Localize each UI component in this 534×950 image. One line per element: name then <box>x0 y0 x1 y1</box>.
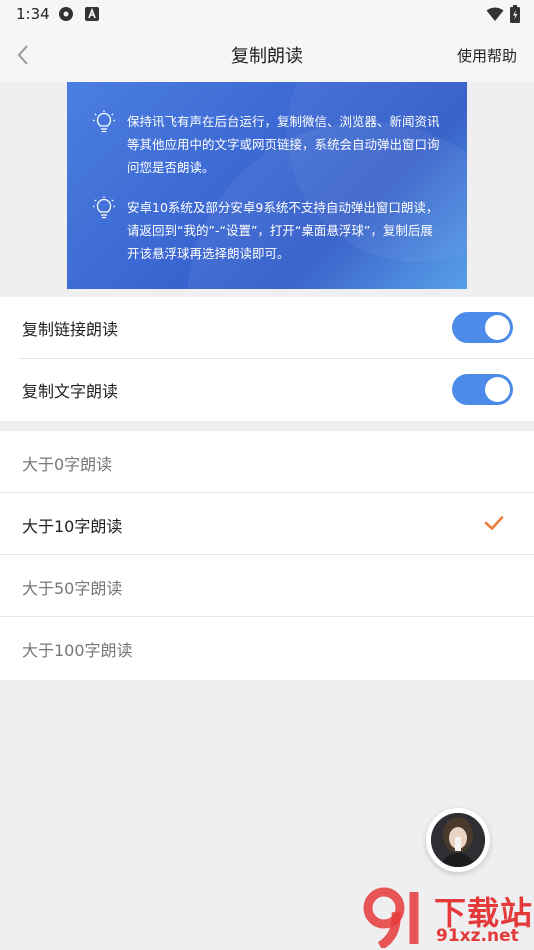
copy-text-switch[interactable] <box>452 374 513 405</box>
status-bar: 1:34 <box>0 0 534 28</box>
battery-icon <box>510 5 520 23</box>
option-100-chars[interactable]: 大于100字朗读 <box>0 617 534 679</box>
option-label: 大于50字朗读 <box>22 579 123 598</box>
watermark-url: 91xz.net <box>436 926 519 946</box>
tip-text: 保持讯飞有声在后台运行，复制微信、浏览器、新闻资讯等其他应用中的文字或网页链接，… <box>127 114 440 175</box>
page-title: 复制朗读 <box>231 46 303 67</box>
option-label: 大于0字朗读 <box>22 455 113 474</box>
threshold-options: 大于0字朗读 大于10字朗读 大于50字朗读 大于100字朗读 <box>0 431 534 680</box>
tip-item: 保持讯飞有声在后台运行，复制微信、浏览器、新闻资讯等其他应用中的文字或网页链接，… <box>93 110 443 179</box>
toggle-section: 复制链接朗读 复制文字朗读 <box>0 297 534 421</box>
tip-text: 安卓10系统及部分安卓9系统不支持自动弹出窗口朗读，请返回到“我的”-“设置”，… <box>127 200 439 261</box>
app-notification-icon <box>59 7 73 21</box>
option-0-chars[interactable]: 大于0字朗读 <box>0 431 534 493</box>
toggle-label: 复制链接朗读 <box>22 320 119 339</box>
keyboard-notification-icon <box>85 7 99 21</box>
option-label: 大于10字朗读 <box>22 517 123 536</box>
toggle-row-copy-text: 复制文字朗读 <box>0 359 534 421</box>
lightbulb-icon <box>93 196 115 219</box>
floating-ball-avatar[interactable] <box>426 808 490 872</box>
nav-bar: 复制朗读 使用帮助 <box>0 28 534 82</box>
option-50-chars[interactable]: 大于50字朗读 <box>0 555 534 617</box>
avatar-image <box>431 813 485 867</box>
switch-knob <box>485 315 510 340</box>
watermark: 下载站 91xz.net <box>362 886 534 950</box>
watermark-logo-icon <box>363 887 419 950</box>
option-10-chars[interactable]: 大于10字朗读 <box>0 493 534 555</box>
copy-link-switch[interactable] <box>452 312 513 343</box>
help-link[interactable]: 使用帮助 <box>457 45 517 66</box>
lightbulb-icon <box>93 110 115 133</box>
avatar-icon <box>431 813 485 867</box>
toggle-label: 复制文字朗读 <box>22 382 119 401</box>
switch-knob <box>485 377 510 402</box>
info-banner: 保持讯飞有声在后台运行，复制微信、浏览器、新闻资讯等其他应用中的文字或网页链接，… <box>67 82 467 289</box>
status-time: 1:34 <box>16 5 50 23</box>
check-icon <box>484 516 504 530</box>
option-label: 大于100字朗读 <box>22 641 133 660</box>
tip-item: 安卓10系统及部分安卓9系统不支持自动弹出窗口朗读，请返回到“我的”-“设置”，… <box>93 196 443 265</box>
wifi-icon <box>486 7 504 21</box>
toggle-row-copy-link: 复制链接朗读 <box>0 297 534 359</box>
